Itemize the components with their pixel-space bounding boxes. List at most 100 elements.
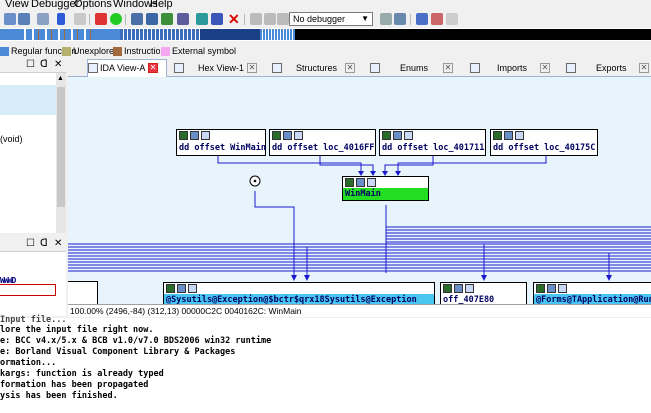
graph-overview[interactable]: WWWD <box>0 252 66 316</box>
panel-float-icon[interactable]: ᗡ <box>40 59 48 70</box>
panel-close-icon[interactable]: ✕ <box>54 59 62 70</box>
node-group-icon[interactable] <box>504 131 513 140</box>
debugger-select[interactable]: No debugger ▼ <box>289 12 373 26</box>
panel-restore-icon[interactable]: ☐ <box>26 59 35 70</box>
tab-ida-view-a[interactable]: IDA View-A ✕ <box>88 60 164 76</box>
menu-help[interactable]: Help <box>150 0 173 10</box>
stop-debug-icon[interactable] <box>277 13 289 25</box>
graph-overview-header: ☐ ᗡ ✕ <box>0 238 66 252</box>
graph-node[interactable]: dd offset loc_40175C <box>490 129 598 156</box>
menu-debugger[interactable]: Debugger <box>31 0 79 10</box>
graph-node[interactable]: dd offset loc_401711 <box>379 129 486 156</box>
node-menu-icon[interactable] <box>515 131 524 140</box>
graph-view[interactable]: dd offset WinMain dd offset loc_4016FF d… <box>68 77 651 304</box>
legend-swatch-unexplored <box>62 47 71 56</box>
paste-icon[interactable] <box>18 13 30 25</box>
node-text: @Forms@TApplication@Run <box>536 295 651 304</box>
output-window[interactable]: Input file... lore the input file right … <box>0 315 651 413</box>
stop-icon[interactable] <box>95 13 107 25</box>
graph-node[interactable]: @Forms@TApplication@Run <box>533 282 651 304</box>
functions-scrollbar[interactable]: ▲ <box>56 73 66 233</box>
graph-node[interactable]: dd offset loc_4016FF <box>269 129 376 156</box>
edge-bundle <box>68 226 651 272</box>
tab-hex-view-1[interactable]: Hex View-1 ✕ <box>174 60 264 76</box>
play-icon[interactable] <box>250 13 262 25</box>
menu-options[interactable]: Options <box>74 0 112 10</box>
graph-node[interactable]: @Sysutils@Exception@$bctr$qrx18Sysutils@… <box>163 282 435 304</box>
node-color-icon[interactable] <box>272 131 281 140</box>
node-text: dd offset loc_401711 <box>382 143 485 153</box>
add-node-icon[interactable] <box>161 13 173 25</box>
nav-segment <box>96 29 120 40</box>
functions-selection <box>0 85 56 115</box>
node-menu-icon[interactable] <box>201 131 210 140</box>
layout-icon[interactable] <box>196 13 208 25</box>
tab-structures[interactable]: Structures ✕ <box>272 60 362 76</box>
node-group-icon[interactable] <box>454 284 463 293</box>
tab-close-icon[interactable]: ✕ <box>639 63 649 73</box>
graph-node-winmain[interactable]: WinMain <box>342 176 429 201</box>
tab-enums[interactable]: Enums ✕ <box>370 60 460 76</box>
node-group-icon[interactable] <box>190 131 199 140</box>
tab-exports[interactable]: Exports ✕ <box>566 60 651 76</box>
tab-close-icon[interactable]: ✕ <box>540 63 550 73</box>
graph-node[interactable] <box>68 281 98 304</box>
node-menu-icon[interactable] <box>294 131 303 140</box>
panel-restore-icon[interactable]: ☐ <box>26 238 35 249</box>
overview-viewport[interactable] <box>0 284 56 296</box>
delete-icon[interactable]: ✕ <box>228 12 240 26</box>
scroll-up-icon[interactable]: ▲ <box>57 75 64 82</box>
node-color-icon[interactable] <box>166 284 175 293</box>
output-line: kargs: function is already typed <box>0 369 164 379</box>
binoculars-icon[interactable] <box>37 13 49 25</box>
scroll-thumb[interactable] <box>57 87 65 207</box>
node-color-icon[interactable] <box>536 284 545 293</box>
node-text: dd offset loc_4016FF <box>272 143 375 153</box>
run-icon[interactable] <box>110 13 122 25</box>
output-line: e: BCC v4.x/5.x & BCB v1.0/v7.0 BDS2006 … <box>0 336 272 346</box>
pause-icon[interactable] <box>264 13 276 25</box>
breakpoint-list-icon[interactable] <box>416 13 428 25</box>
panel-close-icon[interactable]: ✕ <box>54 238 62 249</box>
node-menu-icon[interactable] <box>177 13 189 25</box>
node-group-icon[interactable] <box>393 131 402 140</box>
copy-icon[interactable] <box>4 13 16 25</box>
tab-close-icon[interactable]: ✕ <box>148 63 158 73</box>
arrow-up-icon[interactable] <box>431 13 443 25</box>
output-line: ormation... <box>0 358 57 368</box>
down-arrow-icon[interactable] <box>57 13 65 25</box>
tab-close-icon[interactable]: ✕ <box>443 63 453 73</box>
node-group-icon[interactable] <box>356 178 365 187</box>
node-color-icon[interactable] <box>382 131 391 140</box>
graph2-icon[interactable] <box>146 13 158 25</box>
graph-node[interactable]: dd offset WinMain <box>176 129 266 156</box>
node-menu-icon[interactable] <box>404 131 413 140</box>
tab-close-icon[interactable]: ✕ <box>345 63 355 73</box>
trace-icon[interactable] <box>394 13 406 25</box>
node-menu-icon[interactable] <box>558 284 567 293</box>
panel-float-icon[interactable]: ᗡ <box>40 238 48 249</box>
node-color-icon[interactable] <box>179 131 188 140</box>
flag-icon[interactable] <box>446 13 458 25</box>
step-icon[interactable] <box>380 13 392 25</box>
node-menu-icon[interactable] <box>188 284 197 293</box>
tab-label: Exports <box>596 63 627 73</box>
tab-close-icon[interactable]: ✕ <box>247 63 257 73</box>
graph-icon[interactable] <box>131 13 143 25</box>
edit-icon[interactable] <box>211 13 223 25</box>
node-group-icon[interactable] <box>547 284 556 293</box>
node-menu-icon[interactable] <box>367 178 376 187</box>
node-color-icon[interactable] <box>443 284 452 293</box>
functions-list[interactable]: (void) <box>0 73 56 233</box>
tab-imports[interactable]: Imports ✕ <box>470 60 560 76</box>
legend-swatch-instruction <box>113 47 122 56</box>
graph-node[interactable]: off_407E80 <box>440 282 527 304</box>
node-group-icon[interactable] <box>283 131 292 140</box>
node-color-icon[interactable] <box>493 131 502 140</box>
node-group-icon[interactable] <box>177 284 186 293</box>
xref-icon[interactable] <box>74 13 86 25</box>
node-menu-icon[interactable] <box>465 284 474 293</box>
hex-view-icon <box>174 63 184 73</box>
menu-view[interactable]: View <box>5 0 29 10</box>
node-color-icon[interactable] <box>345 178 354 187</box>
